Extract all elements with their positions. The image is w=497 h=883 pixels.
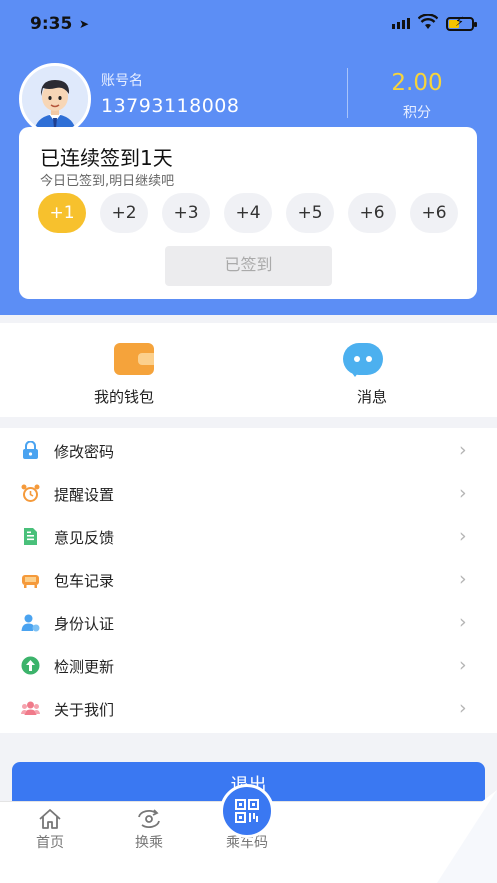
menu-label: 检测更新 — [54, 658, 115, 676]
qr-code-icon — [235, 799, 259, 823]
lock-icon — [21, 440, 40, 460]
status-bar: 9:35 ➤ ⚡ — [0, 0, 497, 50]
chevron-right-icon: › — [459, 525, 467, 547]
checkin-day-2: +2 — [100, 193, 148, 233]
chevron-right-icon: › — [459, 439, 467, 461]
update-arrow-icon — [21, 656, 40, 675]
menu-label: 意见反馈 — [54, 529, 115, 547]
location-arrow-icon: ➤ — [79, 17, 90, 31]
cellular-signal-icon — [392, 18, 410, 29]
chevron-right-icon: › — [459, 697, 467, 719]
tab-transfer[interactable]: 换乘 — [109, 802, 189, 862]
signed-in-button[interactable]: 已签到 — [165, 246, 332, 286]
menu-item-charter-records[interactable]: 包车记录 › — [0, 557, 497, 600]
menu-item-feedback[interactable]: 意见反馈 › — [0, 514, 497, 557]
header-divider — [347, 68, 348, 118]
home-icon — [39, 809, 61, 829]
checkin-day-7: +6 — [410, 193, 458, 233]
phone-number: 13793118008 — [101, 95, 240, 117]
menu-label: 修改密码 — [54, 443, 115, 461]
menu-label: 提醒设置 — [54, 486, 115, 504]
points-label: 积分 — [403, 105, 431, 121]
menu-item-about-us[interactable]: 关于我们 › — [0, 686, 497, 729]
avatar[interactable] — [19, 63, 91, 135]
checkin-days: +1 +2 +3 +4 +5 +6 +6 — [38, 193, 460, 233]
wifi-icon — [418, 14, 438, 29]
checkin-title: 已连续签到1天 — [40, 146, 173, 170]
checkin-day-6: +6 — [348, 193, 396, 233]
chat-bubble-icon — [343, 343, 383, 377]
menu-item-check-update[interactable]: 检测更新 › — [0, 643, 497, 686]
settings-menu: 修改密码 › 提醒设置 › 意见反馈 › 包车记录 › 身份认证 › 检测更新 … — [0, 428, 497, 733]
chevron-right-icon: › — [459, 568, 467, 590]
status-time: 9:35 — [30, 14, 73, 34]
menu-label: 身份认证 — [54, 615, 115, 633]
ride-code-qr-button[interactable] — [220, 784, 274, 838]
wallet-icon — [114, 343, 154, 375]
chevron-right-icon: › — [459, 611, 467, 633]
checkin-subtitle: 今日已签到,明日继续吧 — [40, 174, 175, 189]
menu-label: 关于我们 — [54, 701, 115, 719]
tab-bar: 首页 换乘 乘车码 — [0, 784, 497, 883]
alarm-clock-icon — [21, 484, 40, 503]
points-value[interactable]: 2.00 — [362, 70, 472, 96]
people-icon — [21, 699, 40, 718]
battery-icon: ⚡ — [446, 15, 477, 31]
wallet-button[interactable]: 我的钱包 — [0, 323, 248, 417]
checkin-day-4: +4 — [224, 193, 272, 233]
sofa-icon — [21, 570, 40, 589]
user-verify-icon — [21, 613, 40, 632]
chevron-right-icon: › — [459, 482, 467, 504]
feedback-doc-icon — [21, 527, 40, 546]
checkin-day-1: +1 — [38, 193, 86, 233]
menu-item-reminder-settings[interactable]: 提醒设置 › — [0, 471, 497, 514]
checkin-day-5: +5 — [286, 193, 334, 233]
checkin-card: 已连续签到1天 今日已签到,明日继续吧 +1 +2 +3 +4 +5 +6 +6… — [19, 127, 477, 299]
menu-item-change-password[interactable]: 修改密码 › — [0, 428, 497, 471]
chevron-right-icon: › — [459, 654, 467, 676]
menu-item-identity-verification[interactable]: 身份认证 › — [0, 600, 497, 643]
tab-home-label: 首页 — [36, 835, 64, 851]
messages-button[interactable]: 消息 — [248, 323, 496, 417]
tab-transfer-label: 换乘 — [135, 835, 163, 851]
menu-label: 包车记录 — [54, 572, 115, 590]
messages-label: 消息 — [356, 388, 387, 406]
quick-actions: 我的钱包 消息 — [0, 323, 497, 417]
transfer-location-icon — [138, 809, 160, 828]
wallet-label: 我的钱包 — [93, 388, 154, 406]
profile-header: 9:35 ➤ ⚡ 账号名 13793118008 2.00 积分 已连续签到1天… — [0, 0, 497, 315]
tab-home[interactable]: 首页 — [10, 802, 90, 862]
checkin-day-3: +3 — [162, 193, 210, 233]
account-name-label: 账号名 — [101, 73, 143, 89]
